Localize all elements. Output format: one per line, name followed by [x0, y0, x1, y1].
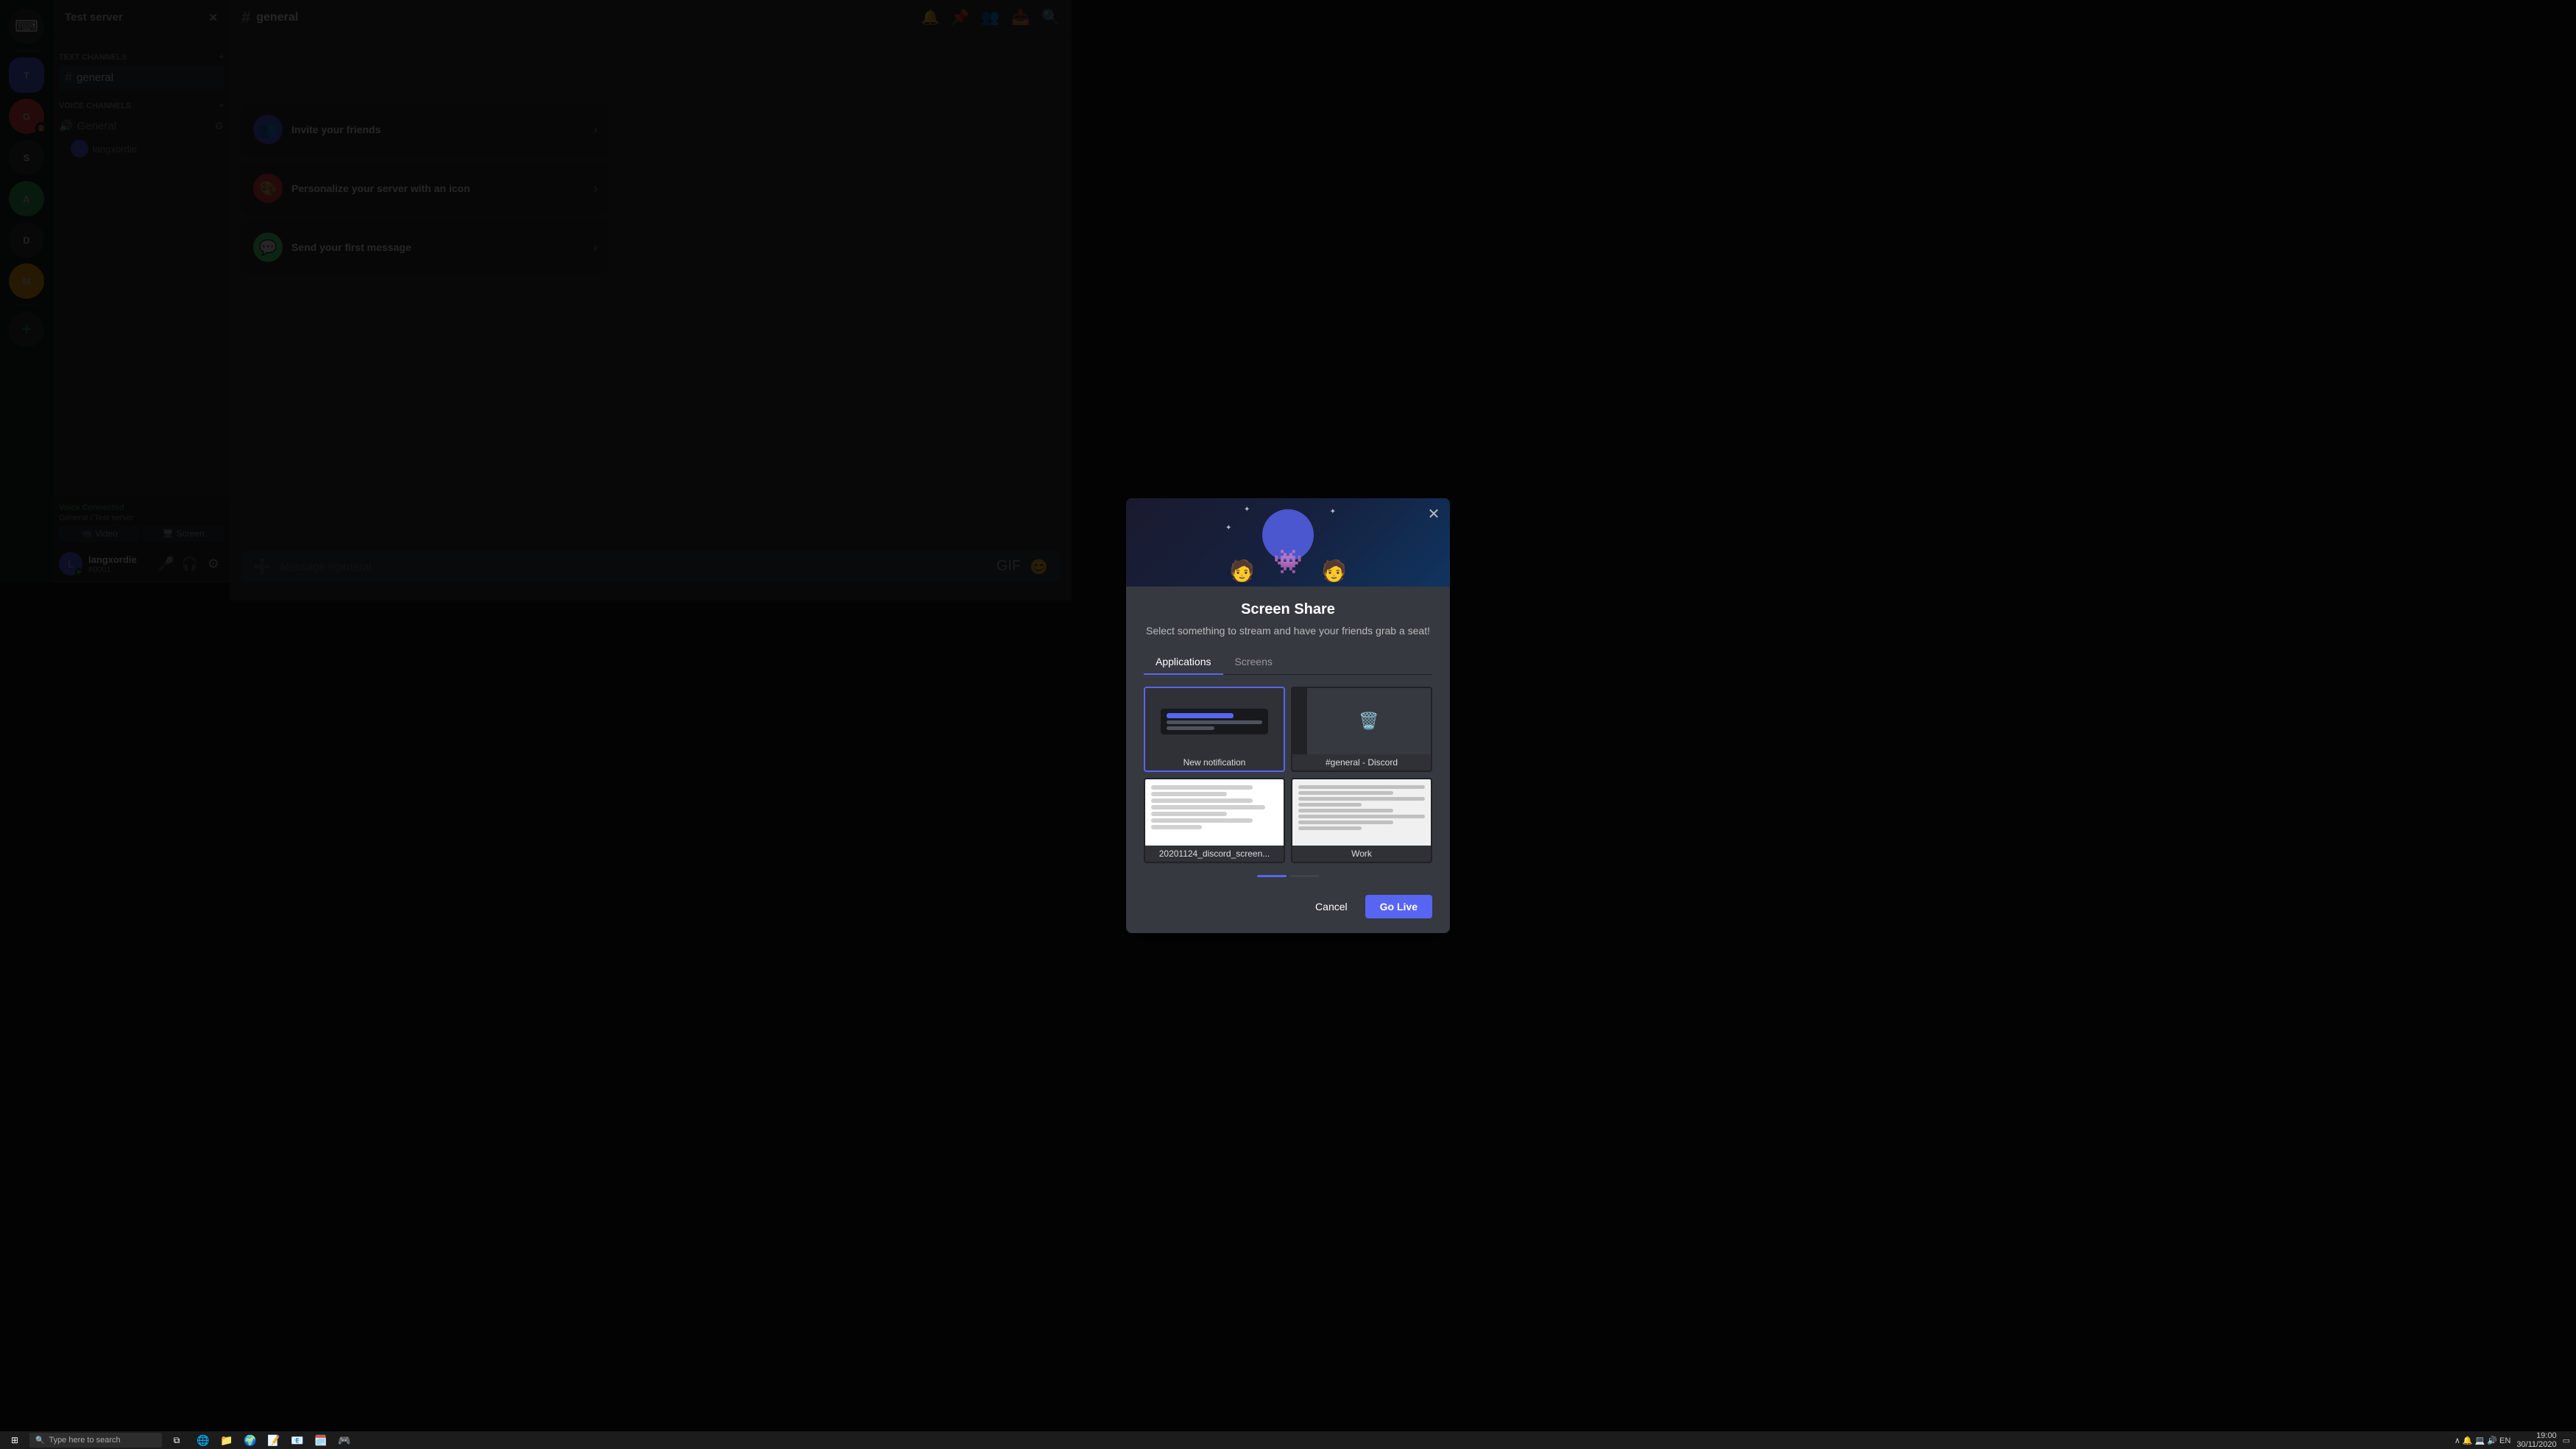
illustration-character-center: 👾 [1273, 548, 1303, 575]
app-item-screenshot[interactable]: 20201124_discord_screen... [1144, 778, 1285, 863]
notif-title-line [1167, 713, 1234, 718]
taskbar-search-text: Type here to search [49, 1436, 120, 1445]
taskbar-app-explorer[interactable]: 📁 [215, 1431, 238, 1449]
discord-preview-inner: 🗑️ [1292, 688, 1431, 754]
doc-preview [1145, 779, 1284, 846]
modal-body: Screen Share Select something to stream … [1126, 587, 1450, 934]
work-line-2 [1298, 791, 1393, 795]
doc-line-4 [1151, 805, 1265, 809]
modal-title: Screen Share [1144, 601, 1432, 618]
taskbar-search-icon: 🔍 [35, 1436, 44, 1445]
doc-line-1 [1151, 785, 1253, 790]
app-preview-discord-window: 🗑️ [1292, 688, 1431, 754]
scroll-dot-1 [1257, 875, 1287, 877]
scroll-dot-2 [1289, 875, 1319, 877]
taskbar-start: ⊞ 🔍 Type here to search ⧉ [0, 1431, 191, 1449]
doc-line-6 [1151, 818, 1253, 823]
taskbar-date: 30/11/2020 [2516, 1440, 2556, 1449]
taskbar-apps: 🌐 📁 🌍 📝 📧 🗓️ 🎮 [191, 1431, 356, 1449]
illustration-container: ✦ ✦ ✦ 🧑 👾 🧑 [1214, 502, 1362, 583]
work-line-5 [1298, 809, 1393, 812]
modal-close-button[interactable]: ✕ [1423, 504, 1444, 525]
taskbar-app-edge[interactable]: 🌐 [191, 1431, 215, 1449]
illustration-character-left: 🧑 [1229, 559, 1255, 583]
discord-mini-content: 🗑️ [1307, 688, 1431, 754]
task-view-button[interactable]: ⧉ [162, 1431, 191, 1449]
app-preview-doc-window [1145, 779, 1284, 846]
work-line-7 [1298, 821, 1393, 824]
taskbar-app-mail[interactable]: 📧 [286, 1431, 309, 1449]
show-desktop-button[interactable]: ▭ [2563, 1436, 2570, 1445]
taskbar-time: 19:00 30/11/2020 [2516, 1431, 2556, 1449]
notif-body-line-2 [1167, 726, 1214, 730]
tab-screens[interactable]: Screens [1223, 650, 1284, 675]
taskbar: ⊞ 🔍 Type here to search ⧉ 🌐 📁 🌍 📝 📧 🗓️ 🎮… [0, 1431, 2576, 1449]
work-line-4 [1298, 803, 1362, 807]
cancel-button[interactable]: Cancel [1303, 895, 1359, 918]
app-name-notification: New notification [1145, 754, 1284, 770]
go-live-button[interactable]: Go Live [1365, 895, 1432, 918]
app-item-work[interactable]: Work [1291, 778, 1432, 863]
modal-subtitle: Select something to stream and have your… [1144, 624, 1432, 639]
taskbar-right: ∧ 🔔 💻 🔊 EN 19:00 30/11/2020 ▭ [2455, 1431, 2576, 1449]
modal-illustration: ✕ ✦ ✦ ✦ 🧑 👾 🧑 [1126, 498, 1450, 587]
app-grid: New notification 🗑️ #general - Discord [1144, 687, 1432, 863]
work-line-1 [1298, 785, 1425, 789]
notif-body-line-1 [1167, 720, 1262, 724]
doc-line-2 [1151, 792, 1227, 796]
modal-overlay: ✕ ✦ ✦ ✦ 🧑 👾 🧑 Screen Share Select someth… [0, 0, 2576, 1431]
taskbar-app-calendar[interactable]: 🗓️ [309, 1431, 333, 1449]
work-line-6 [1298, 815, 1425, 818]
app-item-discord[interactable]: 🗑️ #general - Discord [1291, 687, 1432, 772]
taskbar-app-chrome[interactable]: 🌍 [238, 1431, 262, 1449]
doc-line-5 [1151, 812, 1227, 816]
work-line-8 [1298, 826, 1362, 830]
app-name-work: Work [1292, 846, 1431, 862]
work-line-3 [1298, 797, 1425, 801]
star-icon-2: ✦ [1330, 508, 1336, 516]
taskbar-app-word[interactable]: 📝 [262, 1431, 286, 1449]
taskbar-search-box[interactable]: 🔍 Type here to search [29, 1433, 162, 1448]
taskbar-app-discord[interactable]: 🎮 [333, 1431, 356, 1449]
screen-share-modal: ✕ ✦ ✦ ✦ 🧑 👾 🧑 Screen Share Select someth… [1126, 498, 1450, 934]
discord-mini-sidebar [1292, 688, 1307, 754]
illustration-character-right: 🧑 [1321, 559, 1347, 583]
start-button[interactable]: ⊞ [0, 1431, 29, 1449]
taskbar-clock: 19:00 [2516, 1431, 2556, 1440]
modal-tabs: Applications Screens [1144, 650, 1432, 675]
taskbar-system-tray: ∧ 🔔 💻 🔊 EN [2455, 1436, 2511, 1445]
app-preview-work-window [1292, 779, 1431, 846]
notification-preview-box [1161, 709, 1268, 734]
app-item-new-notification[interactable]: New notification [1144, 687, 1285, 772]
star-icon-1: ✦ [1244, 506, 1250, 514]
doc-line-3 [1151, 798, 1253, 803]
scroll-indicator [1144, 875, 1432, 877]
star-icon-3: ✦ [1225, 524, 1231, 532]
app-name-discord: #general - Discord [1292, 754, 1431, 770]
modal-footer: Cancel Go Live [1144, 889, 1432, 918]
work-preview [1292, 779, 1431, 846]
doc-line-7 [1151, 825, 1202, 829]
tab-applications[interactable]: Applications [1144, 650, 1223, 675]
app-preview-notification [1145, 688, 1284, 754]
app-name-screenshot: 20201124_discord_screen... [1145, 846, 1284, 862]
